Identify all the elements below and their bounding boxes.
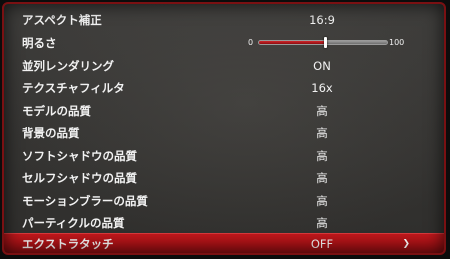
setting-value[interactable]: 高	[262, 100, 382, 123]
setting-label: モーションブラーの品質	[22, 193, 148, 208]
setting-value[interactable]: ON	[262, 55, 382, 78]
setting-row-particle-quality[interactable]: パーティクルの品質 高	[4, 212, 444, 235]
setting-value[interactable]: 高	[262, 167, 382, 190]
setting-value[interactable]: 高	[262, 190, 382, 213]
setting-row-extra-touch[interactable]: エクストラタッチ OFF ❯	[4, 233, 444, 253]
setting-row-motion-blur-quality[interactable]: モーションブラーの品質 高	[4, 190, 444, 213]
setting-label: アスペクト補正	[22, 13, 102, 27]
setting-label: 並列レンダリング	[22, 58, 114, 73]
setting-value[interactable]: 高	[262, 122, 382, 145]
setting-row-parallel-rendering[interactable]: 並列レンダリング ON	[4, 55, 444, 78]
setting-row-soft-shadow-quality[interactable]: ソフトシャドウの品質 高	[4, 145, 444, 168]
setting-label: 明るさ	[22, 36, 57, 50]
setting-row-background-quality[interactable]: 背景の品質 高	[4, 122, 444, 145]
setting-value[interactable]: OFF	[262, 233, 382, 253]
setting-row-aspect-correction[interactable]: アスペクト補正 16:9	[4, 9, 444, 32]
brightness-slider-track[interactable]	[258, 40, 388, 45]
setting-value[interactable]: 高	[262, 212, 382, 235]
setting-value[interactable]: 16x	[262, 77, 382, 100]
setting-row-model-quality[interactable]: モデルの品質 高	[4, 100, 444, 123]
setting-label: ソフトシャドウの品質	[22, 148, 137, 163]
setting-row-brightness[interactable]: 明るさ 0 100	[4, 32, 444, 55]
setting-label: パーティクルの品質	[22, 216, 125, 230]
setting-label: モデルの品質	[22, 103, 91, 118]
setting-row-texture-filter[interactable]: テクスチャフィルタ 16x	[4, 77, 444, 100]
brightness-slider-fill	[259, 41, 326, 44]
setting-value[interactable]: 16:9	[262, 9, 382, 32]
chevron-right-icon[interactable]: ❯	[402, 233, 410, 253]
slider-min-label: 0	[248, 38, 254, 47]
setting-label: エクストラタッチ	[22, 237, 114, 251]
settings-panel: アスペクト補正 16:9 明るさ 0 100 並列レンダリング ON テクスチャ…	[2, 2, 446, 255]
setting-label: 背景の品質	[22, 126, 80, 140]
brightness-slider-handle[interactable]	[324, 37, 328, 48]
slider-max-label: 100	[389, 38, 405, 47]
setting-row-self-shadow-quality[interactable]: セルフシャドウの品質 高	[4, 167, 444, 190]
setting-label: セルフシャドウの品質	[22, 171, 137, 185]
setting-label: テクスチャフィルタ	[22, 81, 125, 95]
setting-value[interactable]: 高	[262, 145, 382, 168]
